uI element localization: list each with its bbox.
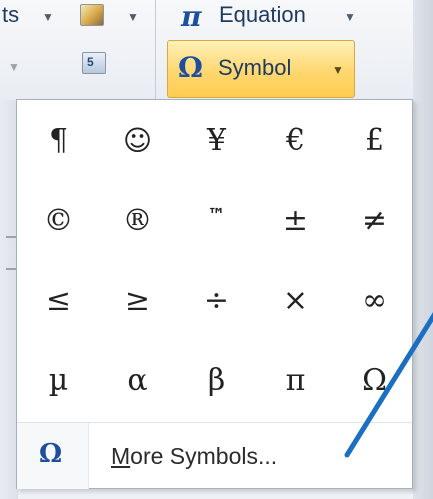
screenshot-stage: ts ▼ ▼ ▼ 5 π Equation ▼ Ω Symbol ▼ ¶ ☺ ¥… xyxy=(0,0,433,499)
symbol-grid: ¶ ☺ ¥ € £ © ® ™ ± ≠ ≤ ≥ ÷ × ∞ µ α β π Ω xyxy=(17,100,414,420)
symbol-multiply[interactable]: × xyxy=(256,260,335,340)
more-symbols-icon-column: Ω xyxy=(17,423,89,489)
symbol-beta[interactable]: β xyxy=(177,340,256,420)
symbol-dropdown-panel: ¶ ☺ ¥ € £ © ® ™ ± ≠ ≤ ≥ ÷ × ∞ µ α β π Ω … xyxy=(16,99,413,489)
omega-icon: Ω xyxy=(39,439,63,469)
equation-button-label[interactable]: Equation xyxy=(219,2,306,28)
symbol-registered[interactable]: ® xyxy=(98,180,177,260)
symbol-plus-minus[interactable]: ± xyxy=(256,180,335,260)
symbol-pound[interactable]: £ xyxy=(335,100,414,180)
symbol-infinity[interactable]: ∞ xyxy=(335,260,414,340)
symbol-euro[interactable]: € xyxy=(256,100,335,180)
symbol-greater-equal[interactable]: ≥ xyxy=(98,260,177,340)
more-symbols-label-rest: ore Symbols... xyxy=(130,443,278,469)
symbol-copyright[interactable]: © xyxy=(19,180,98,260)
field-tool-icon[interactable]: 5 xyxy=(82,52,106,74)
more-symbols-label: More Symbols... xyxy=(111,443,277,470)
symbol-not-equal[interactable]: ≠ xyxy=(335,180,414,260)
chevron-down-icon[interactable]: ▼ xyxy=(42,10,54,24)
chevron-down-icon[interactable]: ▼ xyxy=(127,10,139,24)
symbol-pilcrow[interactable]: ¶ xyxy=(19,100,98,180)
symbol-yen[interactable]: ¥ xyxy=(177,100,256,180)
symbol-alpha[interactable]: α xyxy=(98,340,177,420)
symbol-smiley[interactable]: ☺ xyxy=(98,100,177,180)
symbol-divide[interactable]: ÷ xyxy=(177,260,256,340)
chevron-down-icon[interactable]: ▼ xyxy=(8,60,20,74)
more-symbols-accelerator: M xyxy=(111,443,131,469)
more-symbols-menu-item[interactable]: Ω More Symbols... xyxy=(17,422,412,489)
chevron-down-icon[interactable]: ▼ xyxy=(344,10,356,24)
symbol-pi[interactable]: π xyxy=(256,340,335,420)
chevron-down-icon: ▼ xyxy=(332,63,344,77)
symbol-omega[interactable]: Ω xyxy=(335,340,414,420)
ribbon-group-separator xyxy=(155,0,156,100)
picture-tool-icon[interactable] xyxy=(80,4,104,26)
symbol-less-equal[interactable]: ≤ xyxy=(19,260,98,340)
ruler-mark xyxy=(6,268,16,270)
symbol-micro[interactable]: µ xyxy=(19,340,98,420)
symbol-button[interactable]: Ω Symbol ▼ xyxy=(167,40,355,98)
symbol-button-label: Symbol xyxy=(218,55,292,80)
ruler-mark xyxy=(6,236,16,238)
omega-icon: Ω xyxy=(178,51,203,84)
ribbon-right-edge xyxy=(413,0,433,499)
partial-ribbon-label[interactable]: ts xyxy=(2,2,19,28)
pi-icon[interactable]: π xyxy=(181,0,202,33)
symbol-trademark[interactable]: ™ xyxy=(177,180,256,260)
